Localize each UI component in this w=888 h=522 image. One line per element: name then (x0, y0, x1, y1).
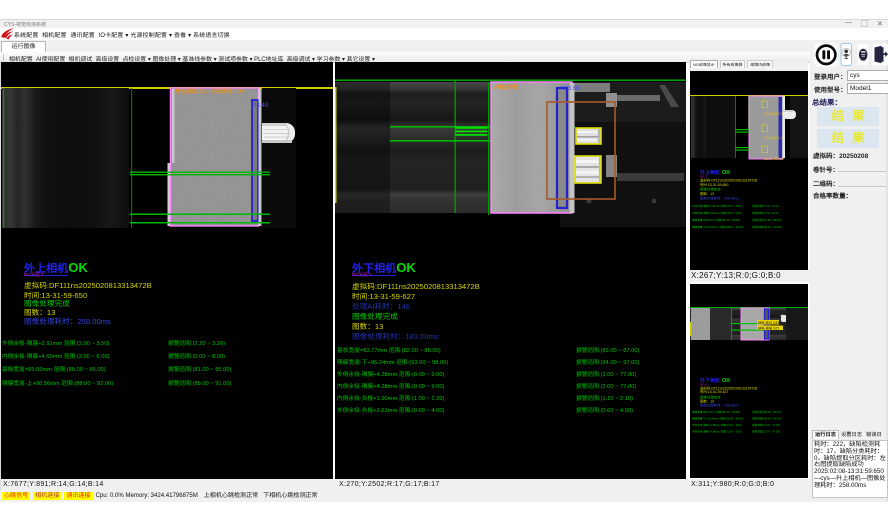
svg-text:AI检测框: AI检测框 (494, 83, 518, 91)
svg-text:报警范围:(94.00 ~ 97.00): 报警范围:(94.00 ~ 97.00) (752, 417, 781, 421)
svg-text:12.87 W:0.8: 12.87 W:0.8 (764, 157, 783, 161)
svg-text:隔膜宽度-上+90.56mm 范围:(88.00 ~ 92.: 隔膜宽度-上+90.56mm 范围:(88.00 ~ 92.00) (692, 225, 743, 229)
svg-text:外侧余极-隔膜+4.38mm 范围:(0.00 ~ 9.00: 外侧余极-隔膜+4.38mm 范围:(0.00 ~ 9.00) (692, 423, 742, 427)
svg-text:内侧余极-隔膜+4.38mm 范围:(1.00 ~ 9.00: 内侧余极-隔膜+4.38mm 范围:(1.00 ~ 9.00) (692, 430, 742, 434)
svg-text:图像处理耗时：183.00ms: 图像处理耗时：183.00ms (700, 404, 739, 408)
svg-text:图像处理完成: 图像处理完成 (700, 188, 721, 192)
svg-text:报警范围:(2.20 ~ 3.20): 报警范围:(2.20 ~ 3.20) (752, 204, 778, 208)
svg-text:缺陷-极耳 0.83: 缺陷-极耳 0.83 (758, 321, 779, 325)
svg-text:报警范围:(0.00 ~ 8.00): 报警范围:(0.00 ~ 8.00) (752, 211, 778, 215)
svg-text:基极宽度=83.05mm 范围:(80.00 ~ 86.00: 基极宽度=83.05mm 范围:(80.00 ~ 86.00) (692, 218, 740, 222)
svg-text:时间:13-31-59-650: 时间:13-31-59-650 (700, 183, 728, 187)
svg-text:报警范围:(2.00 ~ 77.00): 报警范围:(2.00 ~ 77.00) (752, 430, 780, 434)
svg-text:基极宽度=83.77mm 范围:(82.00 ~ 88.00: 基极宽度=83.77mm 范围:(82.00 ~ 88.00) (692, 410, 740, 414)
svg-text:内侧余极-隔膜+4.60mm 范围:(3.00 ~ 6.00: 内侧余极-隔膜+4.60mm 范围:(3.00 ~ 6.00) (692, 211, 742, 215)
svg-text:123.68: 123.68 (561, 86, 580, 92)
svg-text:93.48: 93.48 (253, 103, 269, 109)
svg-text:13.05 W:1.1: 13.05 W:1.1 (764, 136, 783, 140)
svg-text:外侧余极-隔膜+2.91mm 范围:(2.00 ~ 3.50: 外侧余极-隔膜+2.91mm 范围:(2.00 ~ 3.50) (692, 204, 742, 208)
svg-text:12.43 W:0.9: 12.43 W:0.9 (764, 112, 783, 116)
svg-text:虚拟码:DF111ns2025020813313472B: 虚拟码:DF111ns2025020813313472B (700, 179, 758, 183)
svg-text:OK: OK (722, 170, 730, 176)
svg-text:缺陷-褶皱 0.67: 缺陷-褶皱 0.67 (758, 327, 779, 331)
svg-text:隔膜宽度-下+95.24mm 范围:(93.00 ~ 98.: 隔膜宽度-下+95.24mm 范围:(93.00 ~ 98.00) (692, 417, 743, 421)
svg-text:报警范围:(2.00 ~ 77.00): 报警范围:(2.00 ~ 77.00) (752, 423, 780, 427)
svg-text:图像处理耗时：258.00ms: 图像处理耗时：258.00ms (700, 197, 739, 201)
svg-text:报警范围:(83.00 ~ 87.00): 报警范围:(83.00 ~ 87.00) (752, 410, 781, 414)
svg-text:图数：13: 图数：13 (700, 192, 714, 196)
svg-text:静态阈值:93，动态阈值:100: 静态阈值:93，动态阈值:100 (175, 88, 243, 95)
svg-text:时间:13-31-59-627: 时间:13-31-59-627 (700, 390, 728, 394)
svg-text:报警范围:(81.00 ~ 85.00): 报警范围:(81.00 ~ 85.00) (752, 218, 781, 222)
svg-text:OK: OK (722, 378, 730, 384)
svg-text:报警范围:(89.00 ~ 91.00): 报警范围:(89.00 ~ 91.00) (752, 225, 781, 229)
